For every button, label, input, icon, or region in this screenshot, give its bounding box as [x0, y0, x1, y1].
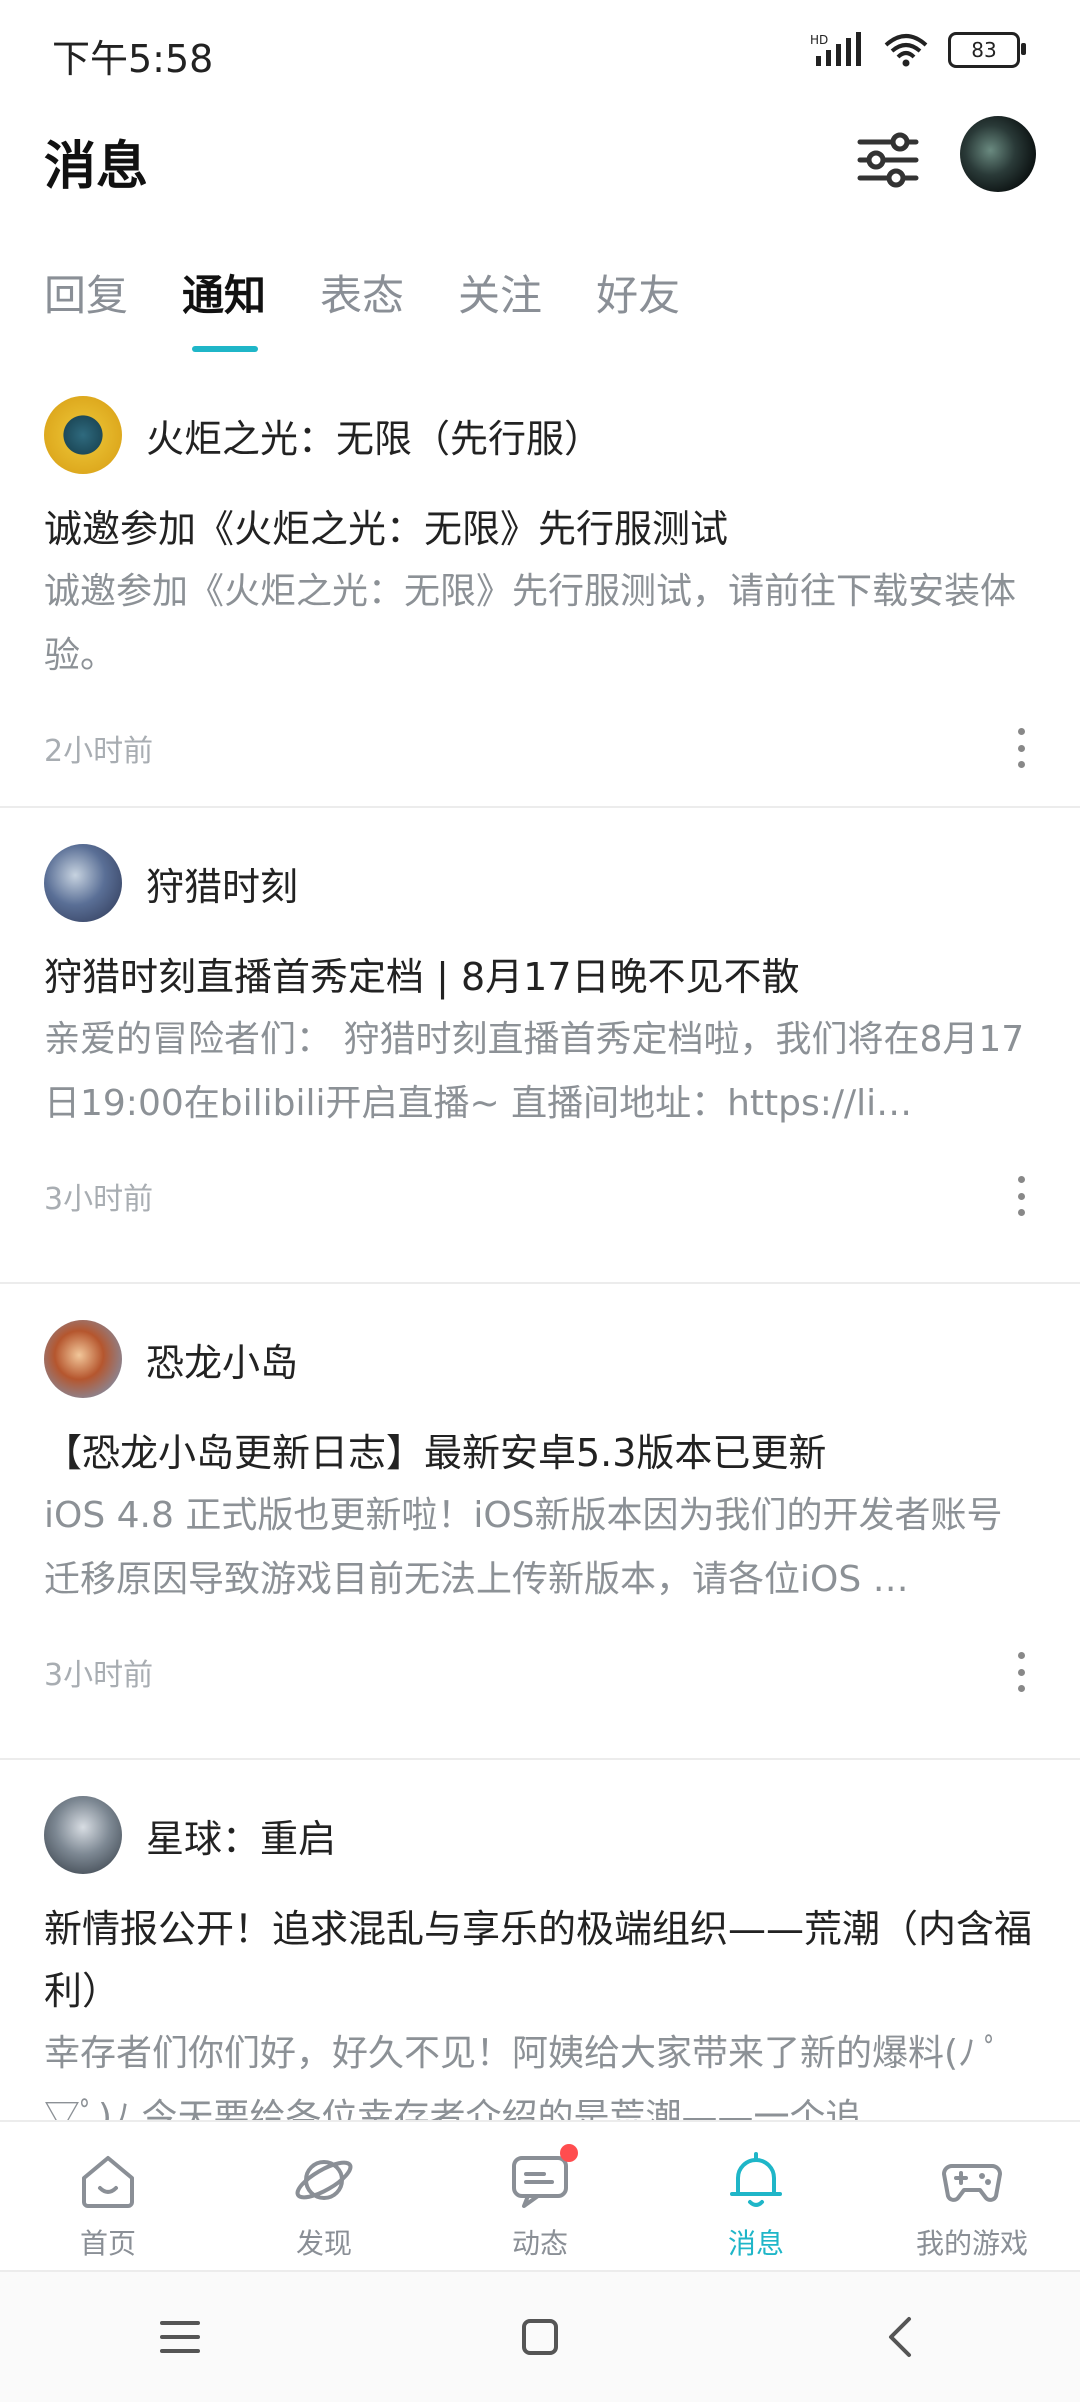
notification-body: iOS 4.8 正式版也更新啦！iOS新版本因为我们的开发者账号迁移原因导致游戏…	[44, 1495, 1003, 1600]
wifi-icon	[884, 34, 928, 67]
tab-follow[interactable]: 关注	[458, 262, 542, 342]
nav-label: 消息	[727, 2227, 784, 2260]
header: 消息	[0, 110, 1080, 230]
menu-icon	[160, 2321, 200, 2353]
more-options-icon[interactable]	[1006, 1176, 1036, 1216]
status-bar: 下午5:58 HD 83	[0, 0, 1080, 100]
home-button[interactable]	[500, 2297, 580, 2377]
notification-title: 新情报公开！追求混乱与享乐的极端组织——荒潮（内含福利）	[44, 1907, 1033, 2013]
back-button[interactable]	[860, 2297, 940, 2377]
notification-list: 火炬之光：无限（先行服） 诚邀参加《火炬之光：无限》先行服测试 诚邀参加《火炬之…	[0, 380, 1080, 2150]
planet-reboot-game-icon[interactable]	[44, 1796, 122, 1874]
chat-icon	[508, 2144, 578, 2212]
nav-label: 我的游戏	[915, 2227, 1028, 2260]
notification-card[interactable]: 星球：重启 新情报公开！追求混乱与享乐的极端组织——荒潮（内含福利） 幸存者们你…	[0, 1780, 1080, 2150]
status-icons: HD 83	[810, 32, 1026, 68]
nav-label: 动态	[511, 2227, 568, 2260]
bottom-nav: 首页 发现 动态 消息 我的游戏	[0, 2120, 1080, 2272]
page-title: 消息	[44, 137, 149, 197]
tab-reply[interactable]: 回复	[44, 262, 128, 342]
notification-card[interactable]: 狩猎时刻 狩猎时刻直播首秀定档 | 8月17日晚不见不散 亲爱的冒险者们： 狩猎…	[0, 828, 1080, 1284]
more-options-icon[interactable]	[1006, 1652, 1036, 1692]
gamepad-icon	[942, 2164, 1002, 2202]
notification-body: 诚邀参加《火炬之光：无限》先行服测试，请前往下载安装体验。	[44, 571, 1017, 676]
network-type: HD	[810, 33, 828, 47]
notification-card[interactable]: 恐龙小岛 【恐龙小岛更新日志】最新安卓5.3版本已更新 iOS 4.8 正式版也…	[0, 1304, 1080, 1760]
game-name[interactable]: 星球：重启	[146, 1808, 336, 1863]
system-navigation-bar	[0, 2270, 1080, 2402]
filter-settings-button[interactable]	[852, 124, 924, 196]
status-time: 下午5:58	[52, 37, 214, 81]
nav-label: 发现	[295, 2227, 352, 2260]
bell-icon	[730, 2152, 782, 2207]
tab-notice[interactable]: 通知	[182, 262, 266, 352]
battery-icon: 83	[948, 32, 1026, 68]
recent-apps-button[interactable]	[140, 2297, 220, 2377]
hunting-moment-game-icon[interactable]	[44, 844, 122, 922]
home-icon	[82, 2156, 134, 2208]
planet-icon	[295, 2160, 353, 2200]
notification-title: 诚邀参加《火炬之光：无限》先行服测试	[44, 507, 729, 551]
notification-time: 3小时前	[44, 1182, 154, 1217]
user-avatar[interactable]	[960, 116, 1036, 192]
dinosaur-island-game-icon[interactable]	[44, 1320, 122, 1398]
more-options-icon[interactable]	[1006, 728, 1036, 768]
nav-home[interactable]: 首页	[0, 2122, 216, 2272]
game-name[interactable]: 火炬之光：无限（先行服）	[146, 408, 602, 463]
unread-badge	[560, 2144, 578, 2162]
game-name[interactable]: 恐龙小岛	[146, 1332, 298, 1387]
notification-time: 3小时前	[44, 1658, 154, 1693]
square-icon	[522, 2319, 558, 2355]
tab-friends[interactable]: 好友	[596, 262, 680, 342]
notification-time: 2小时前	[44, 734, 154, 769]
nav-feed[interactable]: 动态	[432, 2122, 648, 2272]
message-tabs: 回复 通知 表态 关注 好友	[44, 262, 734, 352]
nav-my-games[interactable]: 我的游戏	[864, 2122, 1080, 2272]
notification-title: 【恐龙小岛更新日志】最新安卓5.3版本已更新	[44, 1431, 827, 1475]
nav-messages[interactable]: 消息	[648, 2122, 864, 2272]
notification-card[interactable]: 火炬之光：无限（先行服） 诚邀参加《火炬之光：无限》先行服测试 诚邀参加《火炬之…	[0, 380, 1080, 808]
back-arrow-icon	[889, 2317, 911, 2357]
active-tab-indicator	[192, 346, 259, 352]
notification-title: 狩猎时刻直播首秀定档 | 8月17日晚不见不散	[44, 955, 800, 999]
torchlight-game-icon[interactable]	[44, 396, 122, 474]
game-name[interactable]: 狩猎时刻	[146, 856, 298, 911]
sliders-icon	[857, 132, 919, 188]
notification-body: 亲爱的冒险者们： 狩猎时刻直播首秀定档啦，我们将在8月17日19:00在bili…	[44, 1019, 1025, 1124]
tab-reaction[interactable]: 表态	[320, 262, 404, 342]
nav-discover[interactable]: 发现	[216, 2122, 432, 2272]
signal-icon: HD	[810, 32, 861, 66]
nav-label: 首页	[79, 2227, 136, 2260]
battery-level: 83	[971, 38, 997, 62]
